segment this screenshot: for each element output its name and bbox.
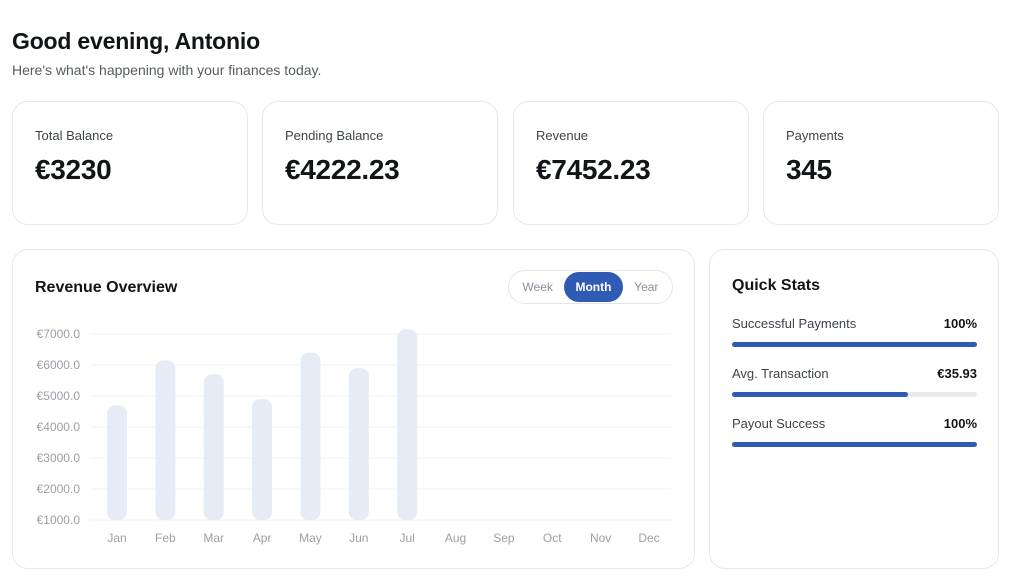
quick-stat-label: Payout Success (732, 416, 826, 431)
chart-bar-mar[interactable] (203, 374, 224, 520)
y-tick-label: €5000.0 (37, 389, 81, 403)
progress-track (732, 442, 977, 447)
stat-value: €3230 (35, 154, 112, 185)
revenue-bar-chart: €1000.0 €2000.0 €3000.0 €4000.0 €5000.0 €6000… (37, 327, 671, 545)
y-tick-label: €7000.0 (37, 327, 81, 341)
x-tick-label: Aug (445, 531, 466, 545)
y-tick-label: €1000.0 (37, 513, 81, 527)
x-tick-label: Oct (543, 531, 562, 545)
revenue-overview-card: Revenue Overview Week Month Year €1000.0… (12, 249, 695, 569)
page-greeting: Good evening, Antonio (12, 28, 260, 54)
chart-bar-jul[interactable] (397, 329, 418, 520)
chart-bar-jun[interactable] (348, 368, 369, 520)
stat-label: Total Balance (35, 128, 114, 143)
chart-bar-feb[interactable] (155, 360, 176, 520)
page-subtitle: Here's what's happening with your financ… (12, 62, 322, 78)
quick-stats-card: Quick Stats Successful Payments 100% Avg… (709, 249, 999, 569)
quick-stat-label: Avg. Transaction (732, 366, 829, 381)
x-tick-label: Apr (253, 531, 272, 545)
x-tick-label: Sep (493, 531, 515, 545)
x-tick-label: Feb (155, 531, 176, 545)
y-tick-label: €6000.0 (37, 358, 81, 372)
progress-fill (732, 392, 909, 397)
chart-bar-apr[interactable] (252, 399, 273, 520)
stat-card-total-balance: Total Balance €3230 (12, 101, 248, 225)
x-tick-label: Jul (400, 531, 415, 545)
stat-value: €7452.23 (536, 154, 651, 185)
chart-bar-jan[interactable] (107, 405, 127, 520)
stat-card-pending-balance: Pending Balance €4222.23 (262, 101, 498, 225)
x-tick-label: Jun (349, 531, 368, 545)
quick-stat-value: 100% (943, 416, 977, 431)
y-tick-label: €2000.0 (37, 482, 81, 496)
x-tick-label: Dec (638, 531, 659, 545)
stat-value: €4222.23 (285, 154, 400, 185)
stat-card-revenue: Revenue €7452.23 (513, 101, 749, 225)
x-tick-label: Jan (107, 531, 126, 545)
stat-card-payments: Payments 345 (763, 101, 999, 225)
x-tick-label: May (299, 531, 322, 545)
progress-fill (732, 442, 977, 447)
x-tick-label: Nov (590, 531, 611, 545)
stat-label: Payments (786, 128, 844, 143)
progress-fill (732, 342, 977, 347)
progress-track (732, 342, 977, 347)
quick-stat-label: Successful Payments (732, 316, 857, 331)
y-tick-label: €4000.0 (37, 420, 81, 434)
quick-stats-title: Quick Stats (732, 277, 821, 294)
y-tick-label: €3000.0 (37, 451, 81, 465)
quick-stat-value: 100% (943, 316, 977, 331)
quick-stat-value: €35.93 (937, 366, 977, 381)
stat-value: 345 (786, 154, 832, 185)
stat-label: Revenue (536, 128, 589, 143)
x-tick-label: Mar (203, 531, 224, 545)
stat-label: Pending Balance (285, 128, 384, 143)
progress-track (732, 392, 977, 397)
chart-bar-may[interactable] (300, 352, 321, 520)
